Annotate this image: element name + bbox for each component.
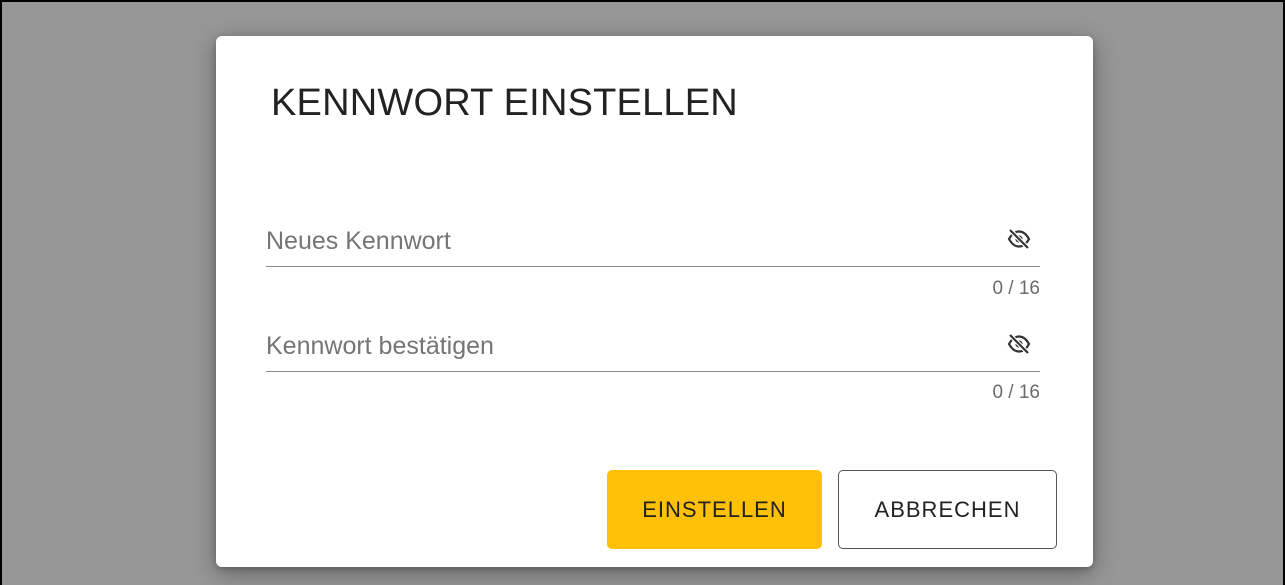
confirm-password-input[interactable]	[266, 324, 986, 368]
new-password-underline	[266, 266, 1040, 267]
cancel-button[interactable]: ABBRECHEN	[838, 470, 1057, 549]
eye-off-icon[interactable]	[1006, 228, 1032, 250]
set-button[interactable]: EINSTELLEN	[607, 470, 822, 549]
new-password-input[interactable]	[266, 219, 986, 263]
new-password-counter: 0 / 16	[992, 278, 1040, 299]
eye-off-icon[interactable]	[1006, 333, 1032, 355]
dialog-title: KENNWORT EINSTELLEN	[271, 82, 738, 124]
confirm-password-counter: 0 / 16	[992, 382, 1040, 403]
new-password-field[interactable]	[266, 219, 1040, 269]
confirm-password-underline	[266, 371, 1040, 372]
confirm-password-field[interactable]	[266, 324, 1040, 374]
set-password-dialog: KENNWORT EINSTELLEN 0 / 16 0 / 16 EINSTE…	[216, 36, 1093, 567]
